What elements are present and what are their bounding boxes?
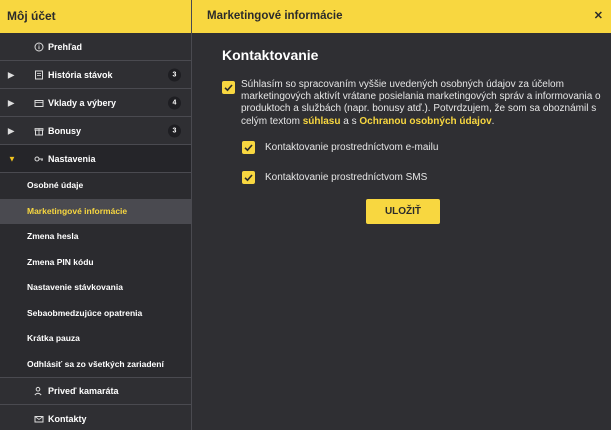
email-checkbox[interactable] bbox=[242, 141, 255, 154]
submenu-item-personal-data[interactable]: Osobné údaje bbox=[0, 173, 191, 199]
sidebar-item-bet-history[interactable]: ▶ História stávok 3 bbox=[0, 61, 191, 89]
sidebar-item-refer-friend[interactable]: Priveď kamaráta bbox=[0, 377, 191, 405]
panel-header: Marketingové informácie ✕ bbox=[192, 0, 611, 33]
key-icon bbox=[34, 156, 43, 161]
chevron-right-icon: ▶ bbox=[8, 98, 15, 107]
section-title: Kontaktovanie bbox=[222, 47, 319, 63]
sms-checkbox[interactable] bbox=[242, 171, 255, 184]
sidebar-item-label: História stávok bbox=[48, 69, 113, 80]
wallet-icon bbox=[34, 99, 44, 107]
sidebar-item-contacts[interactable]: Kontakty bbox=[0, 405, 191, 430]
privacy-link[interactable]: Ochranou osobných údajov bbox=[359, 116, 491, 127]
settings-submenu: Osobné údaje Marketingové informácie Zme… bbox=[0, 173, 191, 377]
main-panel: Marketingové informácie ✕ Kontaktovanie … bbox=[191, 0, 611, 430]
sidebar-title: Môj účet bbox=[0, 0, 191, 33]
chevron-down-icon: ▼ bbox=[8, 154, 16, 163]
sidebar-item-deposits[interactable]: ▶ Vklady a výbery 4 bbox=[0, 89, 191, 117]
consent-text-part: . bbox=[491, 115, 495, 127]
submenu-item-change-password[interactable]: Zmena hesla bbox=[0, 224, 191, 250]
chevron-right-icon: ▶ bbox=[8, 126, 15, 135]
info-icon bbox=[34, 42, 44, 51]
gift-icon bbox=[34, 127, 44, 135]
sidebar: Môj účet Prehľad ▶ História stávok 3 ▶ V… bbox=[0, 0, 191, 430]
sidebar-item-label: Nastavenia bbox=[48, 153, 96, 164]
sidebar-item-label: Priveď kamaráta bbox=[48, 386, 119, 396]
submenu-item-self-limits[interactable]: Sebaobmedzujúce opatrenia bbox=[0, 301, 191, 327]
sidebar-item-label: Vklady a výbery bbox=[48, 97, 117, 108]
submenu-item-betting-settings[interactable]: Nastavenie stávkovania bbox=[0, 275, 191, 301]
consent-text-part: a s bbox=[340, 115, 360, 127]
sms-option-label: Kontaktovanie prostredníctvom SMS bbox=[265, 172, 428, 183]
submenu-item-short-break[interactable]: Krátka pauza bbox=[0, 326, 191, 352]
consent-text: Súhlasím so spracovaním vyššie uvedených… bbox=[241, 79, 606, 128]
sidebar-item-label: Kontakty bbox=[48, 413, 87, 424]
checkmark-icon bbox=[244, 144, 253, 152]
consent-link[interactable]: súhlasu bbox=[303, 116, 341, 127]
history-icon bbox=[35, 70, 43, 79]
submenu-item-change-pin[interactable]: Zmena PIN kódu bbox=[0, 250, 191, 276]
chevron-right-icon: ▶ bbox=[8, 70, 15, 79]
panel-title: Marketingové informácie bbox=[207, 10, 343, 22]
save-button[interactable]: ULOŽIŤ bbox=[366, 199, 440, 224]
sidebar-item-bonuses[interactable]: ▶ Bonusy 3 bbox=[0, 117, 191, 145]
mail-icon bbox=[34, 415, 44, 422]
close-icon[interactable]: ✕ bbox=[594, 0, 603, 33]
sidebar-item-label: Bonusy bbox=[48, 125, 82, 136]
submenu-item-logout-all[interactable]: Odhlásiť sa zo všetkých zariadení bbox=[0, 352, 191, 378]
count-badge: 3 bbox=[168, 68, 181, 81]
count-badge: 3 bbox=[168, 124, 181, 137]
count-badge: 4 bbox=[168, 96, 181, 109]
submenu-item-marketing[interactable]: Marketingové informácie bbox=[0, 198, 191, 224]
sidebar-item-label: Prehľad bbox=[48, 41, 82, 52]
checkmark-icon bbox=[244, 174, 253, 182]
checkmark-icon bbox=[224, 84, 233, 92]
user-plus-icon bbox=[34, 386, 42, 396]
sidebar-item-settings[interactable]: ▼ Nastavenia bbox=[0, 145, 191, 173]
consent-checkbox[interactable] bbox=[222, 81, 235, 94]
email-option-label: Kontaktovanie prostredníctvom e-mailu bbox=[265, 142, 439, 153]
sidebar-item-overview[interactable]: Prehľad bbox=[0, 33, 191, 61]
